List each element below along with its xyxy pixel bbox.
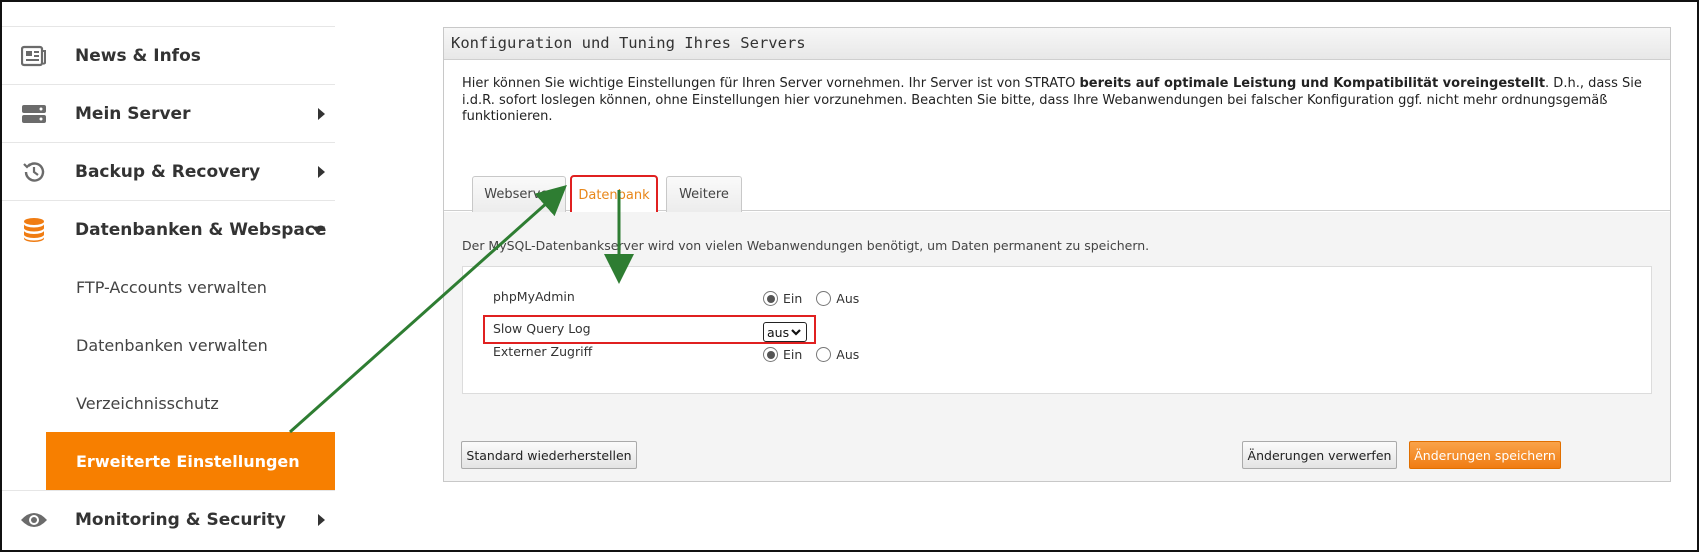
- sidebar-item-label: Datenbanken & Webspace: [75, 219, 327, 240]
- tab-datenbank[interactable]: Datenbank: [570, 175, 658, 214]
- settings-box: phpMyAdmin Ein Aus Slow Query Log aus Ex…: [462, 266, 1652, 394]
- tab-bar: Webserver Datenbank Weitere: [444, 148, 1670, 214]
- sidebar-item-backup[interactable]: Backup & Recovery: [0, 142, 335, 200]
- slow-query-log-select[interactable]: aus: [763, 322, 807, 342]
- database-icon: [20, 216, 48, 244]
- sidebar-item-label: News & Infos: [75, 45, 201, 66]
- chevron-right-icon: [318, 513, 325, 526]
- sidebar-item-label: Backup & Recovery: [75, 161, 261, 182]
- radio-label: Ein: [783, 291, 803, 306]
- sidebar-item-news[interactable]: News & Infos: [0, 26, 335, 84]
- phpmyadmin-label: phpMyAdmin: [493, 289, 575, 304]
- server-icon: [20, 100, 48, 128]
- radio-label: Aus: [836, 291, 860, 306]
- sidebar-subitem-label: FTP-Accounts verwalten: [76, 277, 267, 297]
- sidebar-item-monitoring[interactable]: Monitoring & Security: [0, 490, 335, 548]
- history-icon: [20, 158, 48, 186]
- sidebar-subitem-label: Datenbanken verwalten: [76, 335, 268, 355]
- externer-zugriff-label: Externer Zugriff: [493, 344, 593, 359]
- externer-zugriff-off-option[interactable]: Aus: [816, 347, 859, 362]
- externer-zugriff-off-radio[interactable]: [816, 347, 832, 362]
- intro-text-bold: bereits auf optimale Leistung und Kompat…: [1079, 76, 1546, 91]
- sidebar-subitem-label: Erweiterte Einstellungen: [76, 451, 300, 471]
- chevron-right-icon: [318, 165, 325, 178]
- sidebar-subitem-erweiterte-einstellungen[interactable]: Erweiterte Einstellungen: [46, 432, 335, 490]
- tab-content: Der MySQL-Datenbankserver wird von viele…: [444, 212, 1670, 481]
- sidebar-item-server[interactable]: Mein Server: [0, 84, 335, 142]
- chevron-down-icon: [791, 329, 801, 336]
- sidebar-item-label: Monitoring & Security: [75, 509, 286, 530]
- sidebar-subitem-datenbanken-verwalten[interactable]: Datenbanken verwalten: [0, 316, 335, 374]
- panel-title: Konfiguration und Tuning Ihres Servers: [444, 28, 1670, 60]
- chevron-right-icon: [318, 107, 325, 120]
- slow-query-log-label: Slow Query Log: [493, 321, 591, 336]
- radio-label: Ein: [783, 347, 803, 362]
- sidebar-subitem-ftp[interactable]: FTP-Accounts verwalten: [0, 258, 335, 316]
- externer-zugriff-on-radio[interactable]: [763, 347, 778, 362]
- sidebar-item-label: Mein Server: [75, 103, 191, 124]
- chevron-down-icon: [311, 226, 325, 233]
- phpmyadmin-on-option[interactable]: Ein: [763, 291, 802, 306]
- tab-weitere[interactable]: Weitere: [666, 176, 742, 212]
- reset-button[interactable]: Standard wiederherstellen: [461, 441, 637, 469]
- sidebar-subitem-verzeichnisschutz[interactable]: Verzeichnisschutz: [0, 374, 335, 432]
- config-panel: Konfiguration und Tuning Ihres Servers H…: [443, 27, 1671, 482]
- sidebar-subitem-label: Verzeichnisschutz: [76, 393, 219, 413]
- sidebar: News & Infos Mein Server Backup & Recove…: [0, 26, 335, 548]
- intro-text-part1: Hier können Sie wichtige Einstellungen f…: [462, 76, 1080, 91]
- database-description: Der MySQL-Datenbankserver wird von viele…: [462, 238, 1150, 253]
- phpmyadmin-off-radio[interactable]: [816, 291, 832, 306]
- phpmyadmin-on-radio[interactable]: [763, 291, 778, 306]
- radio-label: Aus: [836, 347, 860, 362]
- discard-button[interactable]: Änderungen verwerfen: [1242, 441, 1397, 469]
- eye-icon: [20, 506, 48, 534]
- externer-zugriff-on-option[interactable]: Ein: [763, 347, 802, 362]
- save-button[interactable]: Änderungen speichern: [1409, 441, 1561, 469]
- tab-webserver[interactable]: Webserver: [472, 176, 566, 212]
- intro-text: Hier können Sie wichtige Einstellungen f…: [462, 76, 1657, 126]
- phpmyadmin-radio-group: Ein Aus: [763, 291, 873, 306]
- select-value: aus: [767, 324, 790, 340]
- phpmyadmin-off-option[interactable]: Aus: [816, 291, 859, 306]
- news-icon: [20, 42, 48, 70]
- sidebar-item-datenbanken[interactable]: Datenbanken & Webspace: [0, 200, 335, 258]
- externer-zugriff-radio-group: Ein Aus: [763, 347, 873, 362]
